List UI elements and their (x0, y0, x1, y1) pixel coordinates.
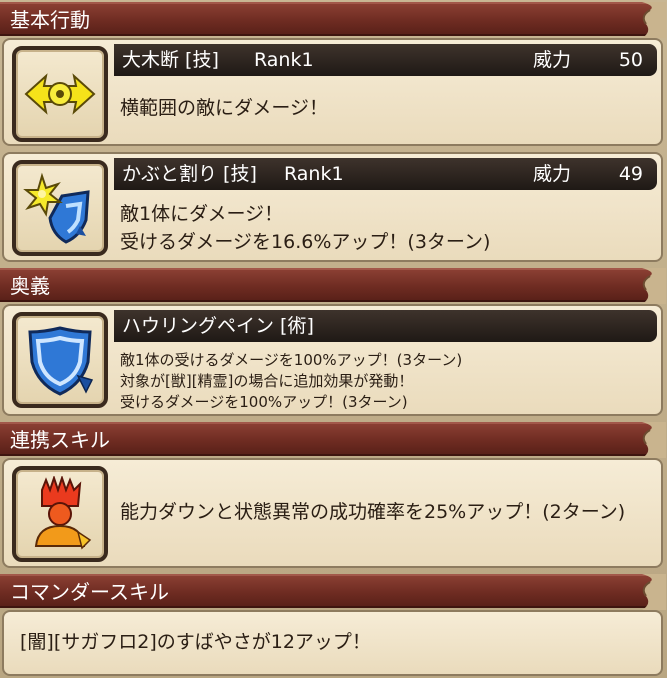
scroll-curl-icon (642, 574, 666, 610)
scroll-curl-icon (642, 2, 666, 38)
renkei-card[interactable]: 能力ダウンと状態異常の成功確率を25%アップ！(2ターン) (2, 458, 663, 568)
power-value: 50 (618, 49, 643, 71)
skill-description-line-1: 敵1体にダメージ！ (120, 203, 284, 225)
debuff-hand-icon (34, 476, 92, 550)
skill-title-bar: 大木断 [技] Rank1 威力 50 (114, 44, 657, 76)
skill-name: かぶと割り [技] (122, 163, 257, 185)
ougi-name: ハウリングペイン [術] (122, 315, 314, 337)
commander-description: [闇][サガフロ2]のすばやさが12アップ！ (20, 631, 371, 653)
skill-card-2[interactable]: かぶと割り [技] Rank1 威力 49 敵1体にダメージ！ 受けるダメージを… (2, 152, 663, 262)
skill-icon-frame (12, 160, 108, 256)
helm-break-icon (23, 172, 90, 244)
shield-down-icon (28, 326, 94, 396)
section-title: 連携スキル (10, 428, 110, 452)
ougi-description-line-2: 対象が[獣][精霊]の場合に追加効果が発動！ (120, 372, 414, 390)
section-header-commander: コマンダースキル (0, 574, 666, 610)
section-header-renkei: 連携スキル (0, 422, 666, 458)
section-header-basic: 基本行動 (0, 2, 666, 38)
skill-card-1[interactable]: 大木断 [技] Rank1 威力 50 横範囲の敵にダメージ！ (2, 38, 663, 146)
renkei-description: 能力ダウンと状態異常の成功確率を25%アップ！(2ターン) (120, 501, 626, 523)
section-header-ougi: 奥義 (0, 268, 666, 304)
ougi-description-line-1: 敵1体の受けるダメージを100%アップ！(3ターン) (120, 351, 463, 369)
section-title: コマンダースキル (10, 580, 169, 604)
ougi-card[interactable]: ハウリングペイン [術] 敵1体の受けるダメージを100%アップ！(3ターン) … (2, 304, 663, 416)
power-label: 威力 (532, 163, 571, 185)
skill-rank: Rank1 (284, 163, 344, 185)
skill-name: 大木断 [技] (122, 49, 219, 71)
skill-title-bar: かぶと割り [技] Rank1 威力 49 (114, 158, 657, 190)
commander-card[interactable]: [闇][サガフロ2]のすばやさが12アップ！ (2, 610, 663, 676)
slash-wave-icon (24, 73, 96, 115)
ougi-title-bar: ハウリングペイン [術] (114, 310, 657, 342)
skill-description-line-2: 受けるダメージを16.6%アップ！(3ターン) (120, 231, 491, 253)
power-value: 49 (618, 163, 643, 185)
skill-rank: Rank1 (254, 49, 314, 71)
ougi-description-line-3: 受けるダメージを100%アップ！(3ターン) (120, 393, 408, 411)
skill-icon-frame (12, 312, 108, 408)
scroll-curl-icon (642, 422, 666, 458)
power-label: 威力 (532, 49, 571, 71)
skill-icon-frame (12, 466, 108, 562)
skill-description: 横範囲の敵にダメージ！ (120, 97, 329, 119)
skill-panel: 基本行動 大木断 [技] Rank1 威力 50 横範囲の敵にダメージ！ かぶと… (0, 0, 667, 678)
skill-icon-frame (12, 46, 108, 142)
section-title: 奥義 (10, 274, 50, 298)
scroll-curl-icon (642, 268, 666, 304)
section-title: 基本行動 (10, 8, 90, 32)
